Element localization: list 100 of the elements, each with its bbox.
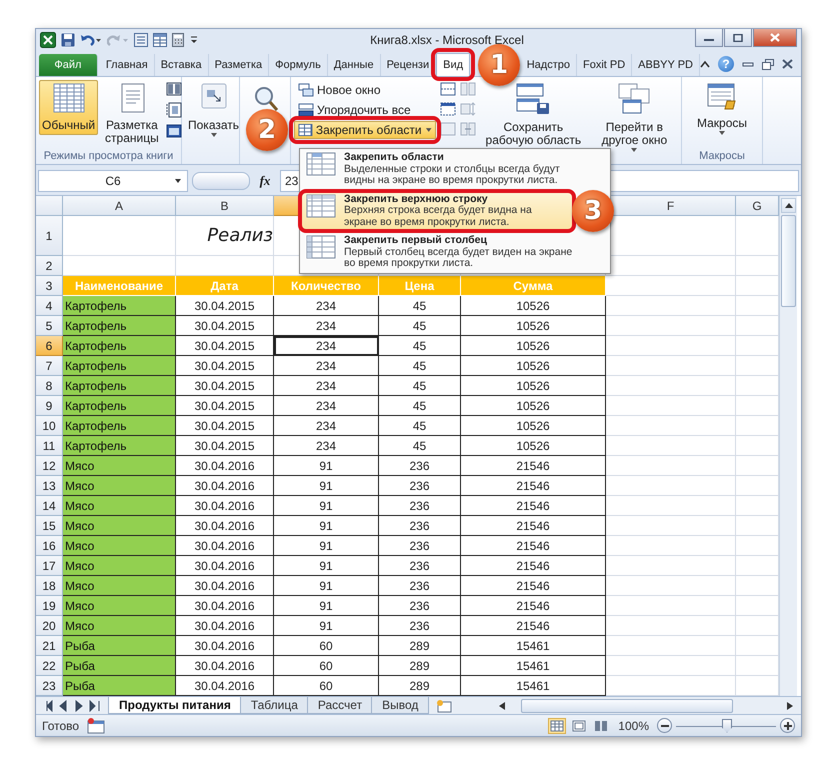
row-header[interactable]: 15	[36, 516, 63, 536]
view-button[interactable]	[548, 718, 566, 734]
menu-item[interactable]: Закрепить верхнюю строку Верхняя строка всегда будет видна на экране во время прокрутки листа.	[301, 192, 573, 230]
split-icon[interactable]	[440, 82, 456, 96]
sheet-nav-button[interactable]	[88, 698, 102, 713]
row-header[interactable]: 7	[36, 356, 63, 376]
ribbon-command[interactable]: Новое окно	[294, 81, 436, 100]
ribbon-command[interactable]: Закрепить области	[294, 121, 436, 140]
row-header[interactable]: 23	[36, 676, 63, 696]
undo-icon[interactable]	[80, 33, 102, 48]
minimize-button[interactable]	[695, 29, 723, 47]
reset-position-icon[interactable]	[460, 122, 476, 136]
row-header[interactable]: 11	[36, 436, 63, 456]
scroll-up-button[interactable]	[781, 198, 796, 214]
table-cell: Рыба	[63, 676, 176, 696]
zoom-slider[interactable]	[676, 718, 776, 733]
table-cell: 30.04.2016	[176, 616, 274, 636]
row-header[interactable]: 5	[36, 316, 63, 336]
close-icon[interactable]	[782, 59, 793, 70]
row-header[interactable]: 9	[36, 396, 63, 416]
table-cell: 236	[379, 496, 461, 516]
dropdown-caret-icon[interactable]	[174, 178, 182, 184]
scroll-thumb[interactable]	[781, 215, 796, 308]
collapse-ribbon-icon[interactable]	[700, 60, 710, 68]
table-cell: 91	[274, 456, 379, 476]
row-header[interactable]: 6	[36, 336, 63, 356]
table-cell: Картофель	[63, 356, 176, 376]
sheet-tab[interactable]: Рассчет	[306, 697, 374, 714]
table-cell: Мясо	[63, 476, 176, 496]
table-cell: Рыба	[63, 636, 176, 656]
sheet-tab[interactable]: Таблица	[240, 697, 309, 714]
table-cell: 236	[379, 576, 461, 596]
view-button[interactable]: Обычный	[39, 80, 98, 136]
row-header[interactable]: 13	[36, 476, 63, 496]
row-header[interactable]: 21	[36, 636, 63, 656]
table-cell: 30.04.2016	[176, 656, 274, 676]
ribbon-tab[interactable]: Вид	[436, 53, 470, 76]
menu-item[interactable]: Закрепить области Выделенные строки и столбцы всегда будут видны на экране во время прокрутки листа.	[301, 150, 609, 188]
insert-function-button[interactable]: fx	[254, 173, 276, 190]
row-header[interactable]: 14	[36, 496, 63, 516]
menu-item[interactable]: Закрепить первый столбец Первый столбец всегда будет виден на экране во время прокрутки листа.	[301, 233, 609, 272]
table-cell: 236	[379, 456, 461, 476]
table-cell: Мясо	[63, 616, 176, 636]
macros-button[interactable]: Макросы	[694, 80, 750, 140]
ribbon-command[interactable]: Упорядочить все	[294, 101, 436, 120]
row-header[interactable]: 17	[36, 556, 63, 576]
table-cell: 236	[379, 536, 461, 556]
column-header[interactable]: G	[736, 196, 779, 216]
close-button[interactable]	[753, 29, 797, 47]
table-cell: Мясо	[63, 516, 176, 536]
menu-item-title: Закрепить области	[344, 152, 445, 164]
table-cell: 234	[274, 316, 379, 336]
row-header[interactable]: 12	[36, 456, 63, 476]
sheet-tab[interactable]: Вывод	[371, 697, 430, 714]
row-header[interactable]: 10	[36, 416, 63, 436]
row-header[interactable]: 3	[36, 276, 63, 296]
scroll-thumb[interactable]	[521, 698, 734, 713]
hide-icon[interactable]	[440, 102, 456, 116]
record-macro-icon[interactable]	[87, 718, 106, 734]
column-header[interactable]: B	[176, 196, 274, 216]
row-header[interactable]: 2	[36, 256, 63, 276]
slider-thumb[interactable]	[722, 718, 732, 733]
table-cell: Мясо	[63, 456, 176, 476]
maximize-button[interactable]	[724, 29, 752, 47]
ribbon-tab[interactable]: Файл	[39, 54, 98, 76]
row-header[interactable]: 8	[36, 376, 63, 396]
zoom-out-button[interactable]	[657, 718, 672, 734]
calculator-icon[interactable]	[172, 33, 184, 48]
custom-view-icon[interactable]	[166, 102, 182, 118]
zoom-in-button[interactable]	[780, 718, 795, 734]
view-button[interactable]	[570, 718, 588, 734]
show-button[interactable]: Показать	[185, 80, 242, 142]
normal-view-icon	[550, 720, 564, 732]
row-header[interactable]: 22	[36, 656, 63, 676]
row-header[interactable]: 18	[36, 576, 63, 596]
table-cell: 45	[379, 396, 461, 416]
view-button[interactable]: Разметка страницы	[102, 80, 162, 148]
row-header[interactable]: 1	[36, 216, 63, 256]
table-cell: 45	[379, 296, 461, 316]
form-icon[interactable]	[134, 33, 148, 48]
row-header[interactable]: 4	[36, 296, 63, 316]
zoom-icon[interactable]	[253, 86, 279, 112]
row-header[interactable]: 16	[36, 536, 63, 556]
previous-sheet-icon	[57, 700, 69, 712]
unhide-icon[interactable]	[440, 122, 456, 136]
name-box[interactable]: C6	[38, 170, 188, 192]
row-header[interactable]: 20	[36, 616, 63, 636]
save-icon[interactable]	[61, 33, 75, 48]
windows-icon	[618, 83, 650, 116]
sheet-tab[interactable]: Продукты питания	[108, 697, 242, 714]
table-cell: 30.04.2015	[176, 336, 274, 356]
full-screen-icon[interactable]	[166, 124, 182, 138]
formula-bar-handle[interactable]	[192, 172, 250, 190]
table-icon[interactable]	[153, 33, 167, 48]
page-break-icon[interactable]	[166, 82, 182, 96]
column-header[interactable]: A	[63, 196, 176, 216]
restore-icon[interactable]	[762, 58, 774, 70]
row-header[interactable]: 19	[36, 596, 63, 616]
active-cell[interactable]: 234	[274, 336, 379, 356]
insert-sheet-icon[interactable]	[435, 698, 454, 713]
